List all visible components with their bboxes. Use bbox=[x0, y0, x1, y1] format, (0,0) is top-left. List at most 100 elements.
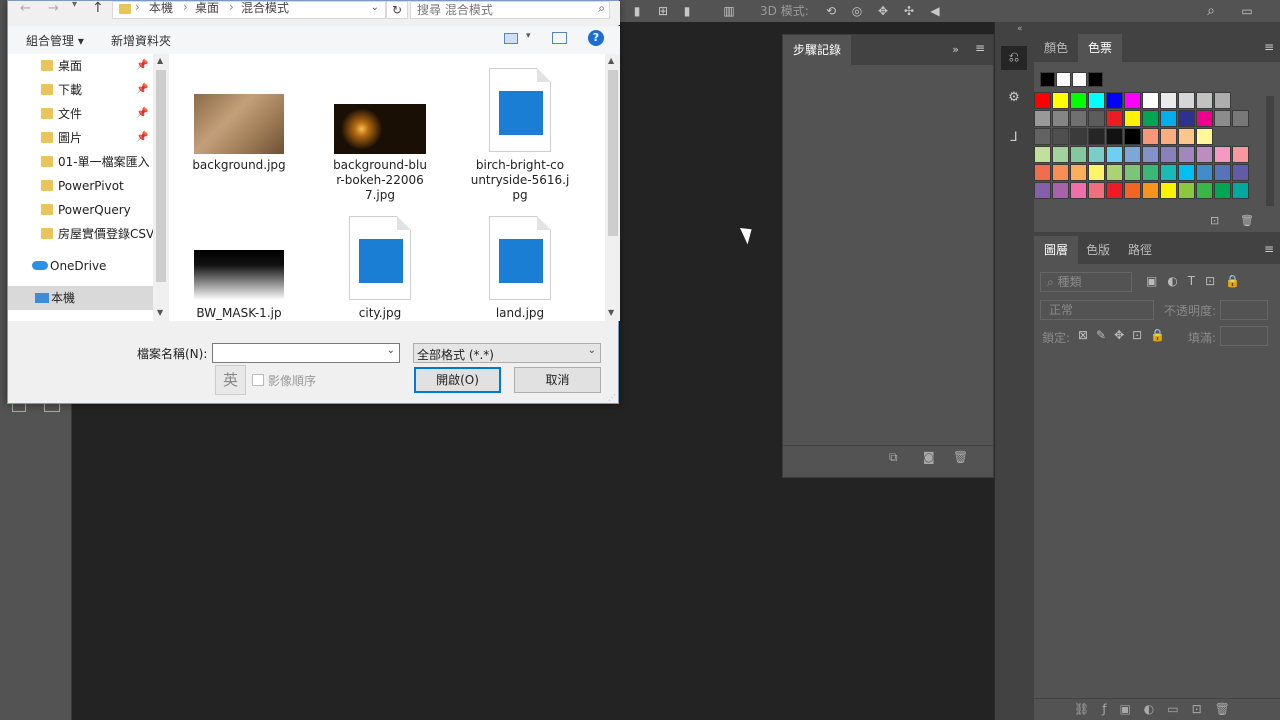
swatch[interactable] bbox=[1178, 164, 1195, 181]
swatch[interactable] bbox=[1160, 110, 1177, 127]
swatch[interactable] bbox=[1088, 110, 1105, 127]
resize-grip-icon[interactable]: ⋰ bbox=[608, 393, 616, 402]
collapse-icon[interactable]: « bbox=[1017, 24, 1023, 34]
swatch[interactable] bbox=[1106, 110, 1123, 127]
swatch[interactable] bbox=[1106, 146, 1123, 163]
swatch[interactable] bbox=[1196, 182, 1213, 199]
nav-item[interactable]: 文件 📌 bbox=[8, 102, 153, 126]
pin-icon[interactable]: 📌 bbox=[136, 54, 148, 78]
properties-icon[interactable]: ⚙ bbox=[1001, 86, 1027, 110]
swatch[interactable] bbox=[1232, 146, 1249, 163]
nav-item-this-pc[interactable]: 本機 bbox=[8, 286, 153, 310]
nav-scrollbar[interactable]: ▲ ▼ bbox=[153, 54, 169, 321]
recent-dropdown-icon[interactable]: ▾ bbox=[72, 0, 77, 10]
swatch[interactable] bbox=[1070, 146, 1087, 163]
swatch[interactable] bbox=[1214, 164, 1231, 181]
align-right-icon[interactable]: ▮ bbox=[678, 2, 696, 20]
filetype-select[interactable]: 全部格式 (*.*) ⌄ bbox=[413, 343, 601, 363]
new-document-icon[interactable]: ⧉ bbox=[889, 450, 898, 465]
cancel-button[interactable]: 取消 bbox=[514, 367, 601, 393]
swatch[interactable] bbox=[1088, 92, 1105, 109]
nav-item[interactable]: 下載 📌 bbox=[8, 78, 153, 102]
swatch[interactable] bbox=[1160, 182, 1177, 199]
swatch[interactable] bbox=[1106, 182, 1123, 199]
swatch[interactable] bbox=[1124, 92, 1141, 109]
blend-mode-select[interactable]: 正常 bbox=[1040, 300, 1154, 320]
swatch[interactable] bbox=[1070, 110, 1087, 127]
nav-item[interactable]: 桌面 📌 bbox=[8, 54, 153, 78]
nav-item[interactable]: 房屋實價登錄CSV bbox=[8, 222, 153, 246]
swatch[interactable] bbox=[1178, 146, 1195, 163]
pin-icon[interactable]: 📌 bbox=[136, 102, 148, 126]
swatch[interactable] bbox=[1214, 92, 1231, 109]
breadcrumb-item[interactable]: 桌面 bbox=[195, 0, 219, 16]
swatch[interactable] bbox=[1034, 110, 1051, 127]
swatch[interactable] bbox=[1142, 146, 1159, 163]
filename-input[interactable]: ⌄ bbox=[212, 343, 400, 363]
pin-icon[interactable]: 📌 bbox=[136, 78, 148, 102]
swatch[interactable] bbox=[1232, 164, 1249, 181]
swatch[interactable] bbox=[1196, 164, 1213, 181]
breadcrumb-item[interactable]: 混合模式 bbox=[241, 0, 289, 16]
swatch[interactable] bbox=[1088, 182, 1105, 199]
chevron-down-icon[interactable]: ⌄ bbox=[371, 0, 379, 16]
swatch[interactable] bbox=[1142, 128, 1159, 145]
nav-item-onedrive[interactable]: OneDrive bbox=[8, 254, 153, 278]
swatch[interactable] bbox=[1088, 128, 1105, 145]
swatch[interactable] bbox=[1160, 128, 1177, 145]
trash-icon[interactable]: 🗑 bbox=[953, 450, 968, 464]
layer-filter-select[interactable]: ⌕ 種類 bbox=[1040, 272, 1132, 292]
forward-arrow-icon[interactable]: → bbox=[48, 1, 59, 16]
align-center-icon[interactable]: ⊞ bbox=[654, 2, 672, 20]
swatch[interactable] bbox=[1142, 164, 1159, 181]
opacity-field[interactable] bbox=[1220, 300, 1268, 320]
swatch[interactable] bbox=[1052, 146, 1069, 163]
tab-history[interactable]: 步驟記錄 bbox=[783, 35, 852, 65]
up-arrow-icon[interactable]: ↑ bbox=[92, 0, 104, 16]
nav-item[interactable]: 01-單一檔案匯入 bbox=[8, 150, 153, 174]
swatch[interactable] bbox=[1052, 92, 1069, 109]
swatch[interactable] bbox=[1124, 128, 1141, 145]
view-options-icon[interactable] bbox=[504, 33, 518, 44]
panel-menu-icon[interactable]: ≡ bbox=[1264, 242, 1274, 256]
swatch[interactable] bbox=[1160, 92, 1177, 109]
swatch[interactable] bbox=[1088, 146, 1105, 163]
scroll-thumb[interactable] bbox=[156, 70, 166, 282]
search-input[interactable]: 搜尋 混合模式 ⌕ bbox=[410, 1, 610, 19]
swatch[interactable] bbox=[1214, 146, 1231, 163]
nav-item[interactable]: 圖片 📌 bbox=[8, 126, 153, 150]
chevron-down-icon[interactable]: ▾ bbox=[526, 31, 531, 41]
tab-paths[interactable]: 路徑 bbox=[1118, 236, 1162, 264]
swatch[interactable] bbox=[1106, 128, 1123, 145]
swatch[interactable] bbox=[1034, 128, 1051, 145]
image-sequence-checkbox[interactable] bbox=[252, 374, 264, 386]
swatch[interactable] bbox=[1178, 110, 1195, 127]
scroll-thumb[interactable] bbox=[608, 70, 618, 236]
swatch[interactable] bbox=[1070, 182, 1087, 199]
swatch[interactable] bbox=[1088, 72, 1103, 87]
layer-action-icons[interactable]: ⛓ƒ▣◐▭⊡🗑 bbox=[1074, 702, 1243, 716]
swatch[interactable] bbox=[1178, 182, 1195, 199]
swatch[interactable] bbox=[1160, 146, 1177, 163]
scroll-up-icon[interactable]: ▲ bbox=[157, 56, 163, 65]
workspace-icon[interactable]: ▭ bbox=[1238, 2, 1256, 20]
preview-pane-icon[interactable] bbox=[552, 32, 567, 44]
open-button[interactable]: 開啟(O) bbox=[414, 367, 501, 393]
scroll-up-icon[interactable]: ▲ bbox=[608, 56, 614, 65]
swatch[interactable] bbox=[1124, 164, 1141, 181]
ime-indicator[interactable]: 英 bbox=[215, 365, 246, 395]
swatch[interactable] bbox=[1034, 164, 1051, 181]
filter-icons[interactable]: ▣◐T⊡🔒 bbox=[1146, 274, 1250, 288]
swatch[interactable] bbox=[1178, 128, 1195, 145]
swatch[interactable] bbox=[1034, 92, 1051, 109]
distribute-icon[interactable]: ▥ bbox=[720, 2, 738, 20]
swatch[interactable] bbox=[1052, 182, 1069, 199]
swatch[interactable] bbox=[1034, 182, 1051, 199]
nav-item[interactable]: PowerQuery bbox=[8, 198, 153, 222]
swatch[interactable] bbox=[1052, 128, 1069, 145]
3d-scale-icon[interactable]: ◀ bbox=[926, 2, 944, 20]
swatch[interactable] bbox=[1142, 110, 1159, 127]
swatch[interactable] bbox=[1106, 164, 1123, 181]
nav-item[interactable]: PowerPivot bbox=[8, 174, 153, 198]
refresh-icon[interactable]: ↻ bbox=[386, 1, 408, 19]
